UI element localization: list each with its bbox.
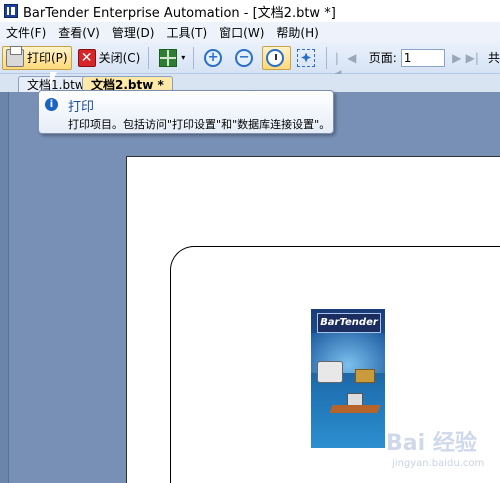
toolbar-separator xyxy=(326,46,327,69)
fit-page-button[interactable] xyxy=(293,46,322,70)
menu-manage[interactable]: 管理(D) xyxy=(106,24,161,41)
close-button[interactable]: ✕ 关闭(C) xyxy=(74,46,145,70)
toolbar-separator xyxy=(193,46,195,69)
print-button[interactable]: 打印(P) xyxy=(2,45,72,70)
menu-bar: 文件(F) 查看(V) 管理(D) 工具(T) 窗口(W) 帮助(H) xyxy=(0,22,500,42)
bartender-app-icon xyxy=(4,4,18,18)
next-page-icon[interactable]: ▶ xyxy=(451,50,463,66)
baidu-watermark-url: jingyan.baidu.com xyxy=(392,458,485,469)
info-icon: i xyxy=(45,98,58,111)
menu-help[interactable]: 帮助(H) xyxy=(270,24,324,41)
menu-view[interactable]: 查看(V) xyxy=(52,24,106,41)
last-page-icon[interactable]: ▶| xyxy=(466,50,479,66)
zoom-select-button[interactable] xyxy=(262,45,292,70)
toolbar: 打印(P) ✕ 关闭(C) ▾ + − |◀ ◀ 页面: ▶ ▶| 共 xyxy=(0,42,500,81)
zoom-in-icon: + xyxy=(204,48,223,67)
zoom-out-icon: − xyxy=(235,48,254,67)
fit-page-icon xyxy=(297,48,316,67)
close-button-label: 关闭(C) xyxy=(98,51,141,65)
print-tooltip: i 打印 打印项目。包括访问"打印设置"和"数据库连接设置"。 xyxy=(38,90,334,134)
zoom-select-icon xyxy=(266,48,285,67)
zoom-out-button[interactable]: − xyxy=(231,46,260,70)
tooltip-title: 打印 xyxy=(68,100,95,115)
grid-layout-icon xyxy=(159,48,178,67)
toolbar-separator xyxy=(148,46,150,69)
total-pages-label: 共 xyxy=(487,51,500,65)
desk-illustration xyxy=(329,405,381,413)
page-label: 页面: xyxy=(368,51,397,65)
tooltip-body: 打印项目。包括访问"打印设置"和"数据库连接设置"。 xyxy=(68,118,331,131)
printer-icon xyxy=(6,45,24,67)
mouse-cursor-icon xyxy=(49,71,58,87)
layout-button[interactable]: ▾ xyxy=(155,46,189,70)
first-page-icon[interactable]: |◀ xyxy=(331,50,343,81)
chevron-down-icon[interactable]: ▾ xyxy=(181,53,185,62)
prev-page-icon[interactable]: ◀ xyxy=(346,50,358,66)
zoom-in-button[interactable]: + xyxy=(200,46,229,70)
menu-window[interactable]: 窗口(W) xyxy=(213,24,270,41)
package-illustration xyxy=(355,369,375,383)
bartender-logo: BarTender xyxy=(317,313,381,333)
bartender-picture: BarTender xyxy=(311,309,385,448)
close-icon: ✕ xyxy=(77,48,96,67)
menu-file[interactable]: 文件(F) xyxy=(0,24,52,41)
title-bar: BarTender Enterprise Automation - [文档2.b… xyxy=(0,0,500,22)
menu-tools[interactable]: 工具(T) xyxy=(160,24,213,41)
window-title: BarTender Enterprise Automation - [文档2.b… xyxy=(23,5,336,21)
print-button-label: 打印(P) xyxy=(27,51,68,65)
printer-illustration xyxy=(317,361,343,383)
page-number-input[interactable] xyxy=(400,48,445,67)
